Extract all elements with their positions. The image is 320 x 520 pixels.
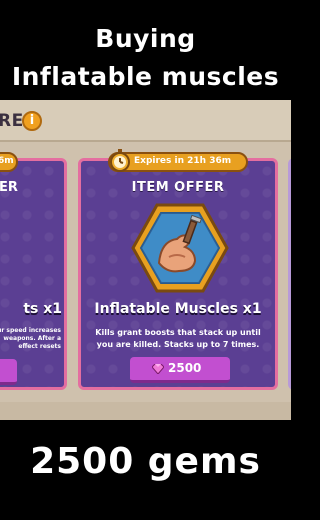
item-name: Inflatable Muscles x1 <box>94 301 262 317</box>
left-card-title: ER <box>0 180 18 195</box>
store-title: RE <box>0 111 24 131</box>
caption-subtitle: Inflatable muscles <box>11 62 280 91</box>
expires-badge: Expires in 21h 36m <box>108 149 248 172</box>
left-card-buy-button[interactable] <box>0 359 17 385</box>
left-card-timer-text: 6m <box>0 156 14 166</box>
stopwatch-icon <box>110 149 130 172</box>
store-footer <box>0 402 291 420</box>
flexed-arm-icon <box>131 203 229 293</box>
game-screen: RE i ER ts x1 ur speed increases weapons… <box>0 100 291 420</box>
caption-title: Buying <box>95 24 196 53</box>
offer-card-left[interactable]: ER ts x1 ur speed increases weapons. Aft… <box>0 158 67 390</box>
item-description: Kills grant boosts that stack up until y… <box>95 328 261 349</box>
info-icon[interactable]: i <box>22 111 42 131</box>
left-card-description: ur speed increases weapons. After a effe… <box>0 327 61 350</box>
left-card-item-name: ts x1 <box>23 301 62 317</box>
caption-price: 2500 gems <box>30 441 261 482</box>
gem-icon <box>152 364 164 374</box>
buy-button[interactable]: 2500 <box>130 357 230 383</box>
store-header: RE i <box>0 100 291 142</box>
offer-title: ITEM OFFER <box>131 180 225 195</box>
offer-card-right[interactable] <box>288 158 291 390</box>
expires-text: Expires in 21h 36m <box>134 156 232 166</box>
price-text: 2500 <box>168 361 202 375</box>
offer-card-main[interactable]: ITEM OFFER Inflatable Muscles x1 Kills g… <box>78 158 278 390</box>
